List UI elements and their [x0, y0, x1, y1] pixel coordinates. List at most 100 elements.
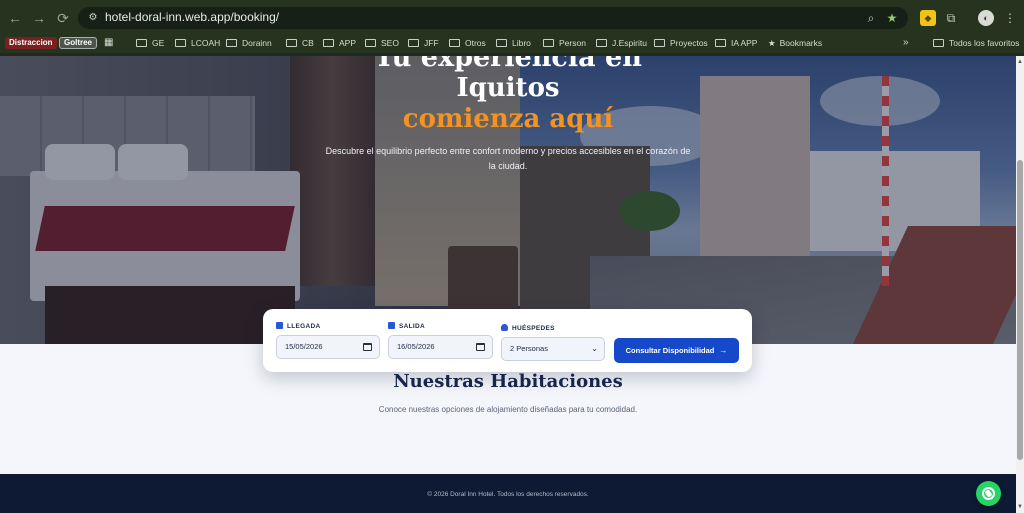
calendar-icon [388, 322, 395, 329]
person-icon [501, 324, 508, 331]
arrow-right-icon: → [719, 346, 728, 355]
folder-icon [543, 39, 554, 47]
calendar-picker-icon[interactable] [363, 343, 372, 351]
folder-icon [654, 39, 665, 47]
apps-grid-icon[interactable]: ▦ [104, 35, 113, 51]
bookmark-label: Libro [512, 38, 531, 48]
departure-label-text: SALIDA [399, 323, 425, 330]
bookmark-folder-person[interactable]: Person [543, 35, 586, 51]
bookmark-folder-jespiritu[interactable]: J.Espiritu [596, 35, 647, 51]
departure-date-input[interactable]: 16/05/2026 [388, 335, 493, 359]
guests-select[interactable]: 2 Personas ⌄ [501, 337, 605, 361]
back-icon[interactable]: ← [6, 9, 24, 27]
bookmark-label: Dorainn [242, 38, 272, 48]
url-text[interactable]: hotel-doral-inn.web.app/booking/ [105, 10, 279, 24]
calendar-picker-icon[interactable] [476, 343, 485, 351]
bookmarks-bar: Distraccion Goltree ▦ GE LCOAH Dorainn C… [0, 33, 1024, 53]
all-bookmarks-folder[interactable]: Todos los favoritos [933, 35, 1019, 51]
profile-avatar-icon[interactable]: ◐ [978, 10, 994, 26]
bookmark-distraccion[interactable]: Distraccion [5, 37, 57, 49]
site-info-icon[interactable]: ⚙ [86, 11, 100, 25]
guests-selected-value: 2 Personas [510, 344, 548, 353]
check-availability-button[interactable]: Consultar Disponibilidad → [614, 338, 739, 363]
folder-icon [715, 39, 726, 47]
bookmark-folder-cb[interactable]: CB [286, 35, 314, 51]
bookmark-label: SEO [381, 38, 399, 48]
bookmark-folder-ia-app[interactable]: IA APP [715, 35, 757, 51]
reload-icon[interactable]: ⟳ [54, 9, 72, 27]
bookmark-goltree[interactable]: Goltree [59, 37, 98, 49]
hero-title-accent: comienza aquí [402, 104, 614, 134]
rooms-section-title: Nuestras Habitaciones [393, 371, 623, 392]
rooms-section-subtitle: Conoce nuestras opciones de alojamiento … [378, 405, 638, 414]
bookmark-label: Otros [465, 38, 486, 48]
bookmark-folder-otros[interactable]: Otros [449, 35, 486, 51]
folder-icon [286, 39, 297, 47]
guests-label-text: HUÉSPEDES [512, 325, 555, 332]
calendar-icon [276, 322, 283, 329]
bookmark-label: GE [152, 38, 165, 48]
folder-icon [596, 39, 607, 47]
bookmark-label: Todos los favoritos [949, 38, 1020, 48]
folder-icon [408, 39, 419, 47]
bookmark-folder-app[interactable]: APP [323, 35, 356, 51]
cta-label: Consultar Disponibilidad [625, 346, 715, 355]
browser-menu-icon[interactable]: ⋮ [1002, 10, 1018, 26]
bookmark-label: APP [339, 38, 357, 48]
folder-icon [136, 39, 147, 47]
browser-toolbar: ← → ⟳ ⚙ hotel-doral-inn.web.app/booking/… [0, 0, 1024, 36]
arrival-label-text: LLEGADA [287, 323, 321, 330]
bookmark-folder-lcoah[interactable]: LCOAH [175, 35, 220, 51]
bookmark-label: CB [302, 38, 314, 48]
bookmark-folder-jff[interactable]: JFF [408, 35, 439, 51]
hero-section: Tu experiencia en Iquitos comienza aquí … [0, 56, 1016, 344]
scroll-up-icon[interactable]: ▲ [1016, 58, 1024, 66]
bookmark-folder-ge[interactable]: GE [136, 35, 164, 51]
bookmarks-overflow-icon[interactable]: » [903, 35, 909, 51]
zoom-icon[interactable]: ⌕ [863, 10, 879, 26]
bookmark-star-icon[interactable]: ★ [884, 10, 900, 26]
bookmark-folder-proyectos[interactable]: Proyectos [654, 35, 708, 51]
bookmark-folder-seo[interactable]: SEO [365, 35, 399, 51]
arrival-date-input[interactable]: 15/05/2026 [276, 335, 380, 359]
bookmark-folder-libro[interactable]: Libro [496, 35, 531, 51]
chevron-down-icon: ⌄ [591, 344, 598, 353]
extension-icon[interactable]: ◆ [920, 10, 936, 26]
bookmark-folder-dorainn[interactable]: Dorainn [226, 35, 272, 51]
hero-title-line1: Tu experiencia en [374, 56, 642, 73]
scrollbar-thumb[interactable] [1017, 160, 1023, 460]
bookmark-label: JFF [424, 38, 439, 48]
footer-copyright: © 2026 Doral Inn Hotel. Todos los derech… [427, 491, 589, 498]
folder-icon [449, 39, 460, 47]
guests-label: HUÉSPEDES [501, 324, 555, 332]
arrival-label: LLEGADA [276, 322, 321, 330]
bookmark-label: LCOAH [191, 38, 221, 48]
hero-title-line2: Iquitos [456, 73, 560, 103]
departure-label: SALIDA [388, 322, 425, 330]
star-icon: ★ [768, 38, 776, 48]
whatsapp-button[interactable] [976, 481, 1001, 506]
folder-icon [226, 39, 237, 47]
site-footer: © 2026 Doral Inn Hotel. Todos los derech… [0, 474, 1016, 513]
folder-icon [175, 39, 186, 47]
bookmark-label: J.Espiritu [612, 38, 647, 48]
bookmark-label: Bookmarks [779, 38, 823, 48]
bookmark-bookmarks[interactable]: ★ Bookmarks [768, 35, 822, 51]
folder-icon [496, 39, 507, 47]
hero-subtitle: Descubre el equilibrio perfecto entre co… [325, 146, 691, 171]
folder-icon [933, 39, 944, 47]
booking-form: LLEGADA 15/05/2026 SALIDA 16/05/2026 HUÉ… [263, 309, 752, 372]
page-scrollbar[interactable]: ▲ ▼ [1016, 56, 1024, 513]
departure-date-value: 16/05/2026 [397, 342, 435, 351]
extensions-puzzle-icon[interactable]: ⧉ [943, 10, 959, 26]
forward-icon[interactable]: → [30, 9, 48, 27]
arrival-date-value: 15/05/2026 [285, 342, 323, 351]
address-bar[interactable]: ⚙ hotel-doral-inn.web.app/booking/ ⌕ ★ [78, 7, 908, 29]
bookmark-label: IA APP [731, 38, 758, 48]
scroll-down-icon[interactable]: ▼ [1016, 503, 1024, 511]
bookmark-label: Person [559, 38, 586, 48]
bookmark-label: Proyectos [670, 38, 708, 48]
folder-icon [365, 39, 376, 47]
page-viewport: Tu experiencia en Iquitos comienza aquí … [0, 56, 1016, 513]
folder-icon [323, 39, 334, 47]
